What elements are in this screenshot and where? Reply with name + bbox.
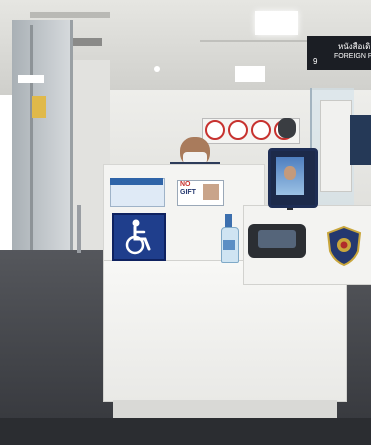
ceiling-light [255, 11, 298, 35]
booth-light [18, 75, 44, 83]
wheelchair-sign [112, 213, 166, 261]
face-scan-preview [284, 166, 296, 180]
overhead-sign-thai: หนังสือเดิ [338, 42, 371, 51]
sanitizer-pump [225, 214, 232, 227]
no-gift-text-line1: NO [180, 181, 191, 188]
barrier-post [77, 205, 81, 253]
ceiling-light [235, 66, 265, 82]
no-gift-photo [203, 184, 219, 200]
info-board [320, 100, 352, 192]
no-phone-icon [228, 120, 248, 140]
booth-sticker [32, 96, 46, 118]
info-poster-banner [110, 178, 163, 185]
counter-base [113, 400, 337, 418]
ceiling-beam [30, 12, 110, 18]
police-shield-svg [326, 225, 362, 267]
police-shield-icon [326, 225, 362, 267]
wheelchair-icon [125, 219, 151, 255]
no-camera-icon [205, 120, 225, 140]
floor-shadow [0, 418, 371, 445]
overhead-sign-number: 9 [313, 57, 318, 66]
ceiling-vent [72, 38, 102, 46]
ceiling-camera [278, 118, 296, 138]
photo-scene: หนังสือเดิ FOREIGN P 9 NO GIFT [0, 0, 371, 445]
overhead-sign-english: FOREIGN P [334, 53, 371, 60]
right-monitor [350, 115, 371, 165]
no-food-icon [251, 120, 271, 140]
no-gift-text-line2: GIFT [180, 189, 196, 196]
ceiling-light [154, 66, 160, 72]
fingerprint-scanner-glass [258, 230, 296, 248]
sanitizer-label [223, 240, 235, 250]
